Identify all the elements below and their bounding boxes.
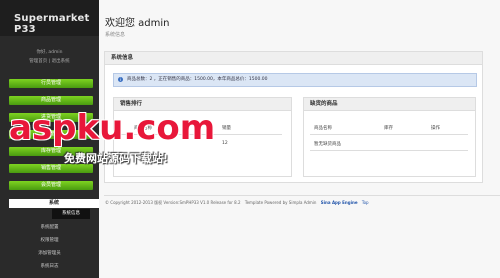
system-notice: i 商品总数：2 ，正在销售的商品：1500.00，本年商品总价：1500.00 [113, 73, 477, 87]
subnav-add-admin[interactable]: 添加管理员 [0, 249, 99, 259]
footer-template-link[interactable]: Template Powered by Simpla Admin [245, 200, 317, 205]
table-cell: 12 [222, 141, 228, 146]
nav-system-active[interactable]: 系统 [9, 199, 99, 208]
app-title: Supermarket P33 [14, 13, 90, 35]
user-greeting: 你好, admin [36, 50, 63, 55]
stock-header-name: 商品名称 [314, 126, 332, 131]
subnav-system-config[interactable]: 系统配置 [0, 223, 99, 233]
stock-empty-text: 暂无缺货商品 [314, 142, 341, 147]
sae-badge[interactable]: Sina App Engine [321, 200, 358, 205]
nav-button-2[interactable]: 商品管理 [9, 96, 93, 105]
page-subtitle: 系统信息 [105, 32, 126, 38]
nav-button-1[interactable]: 行员管理 [9, 79, 93, 88]
stock-header-action: 操作 [431, 126, 440, 131]
footer-copyright: © Copyright 2012-2013 版权 Version:SmPHP33… [105, 200, 241, 205]
footer-divider [104, 195, 500, 196]
stock-panel: 缺货的商品 [303, 97, 476, 177]
sales-header-qty: 销量 [222, 126, 231, 131]
notice-text: 商品总数：2 ，正在销售的商品：1500.00，本年商品总价：1500.00 [127, 77, 268, 82]
subnav-permission[interactable]: 权限管理 [0, 236, 99, 246]
watermark-slogan: 免费网站源码下载站! [64, 152, 169, 165]
divider [310, 134, 468, 135]
stock-header-stock: 库存 [384, 126, 393, 131]
app-logo[interactable]: Supermarket P33 [0, 0, 99, 36]
watermark-brand: aspku.com [9, 108, 216, 148]
subnav-system-log[interactable]: 系统日志 [0, 262, 99, 272]
footer: © Copyright 2012-2013 版权 Version:SmPHP33… [105, 200, 369, 206]
info-icon: i [118, 77, 123, 82]
top-link[interactable]: Top [362, 200, 369, 205]
page-title: 欢迎您 admin [105, 18, 170, 29]
subnav-system-info[interactable]: 系统信息 [52, 209, 90, 219]
system-info-title: 系统信息 [105, 52, 482, 65]
divider [310, 150, 468, 151]
stock-title: 缺货的商品 [304, 98, 475, 111]
user-links[interactable]: 管理首页 | 退出系统 [0, 58, 99, 64]
nav-button-7[interactable]: 会员管理 [9, 181, 93, 190]
